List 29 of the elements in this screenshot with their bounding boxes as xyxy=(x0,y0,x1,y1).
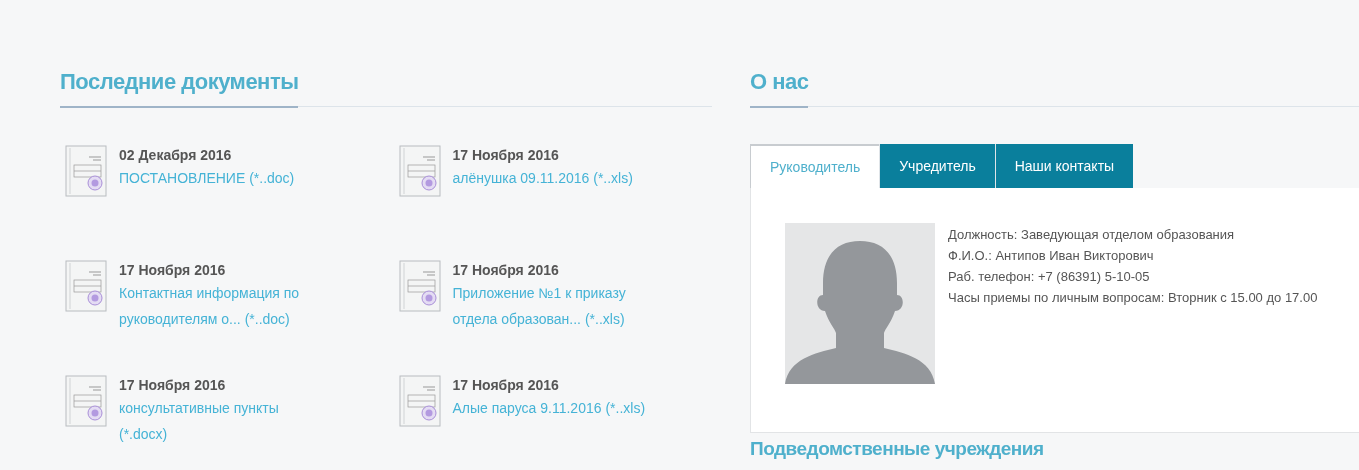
tab[interactable]: Руководитель xyxy=(750,144,880,188)
info-line: Ф.И.О.: Антипов Иван Викторович xyxy=(948,247,1155,265)
document-icon xyxy=(398,375,441,427)
document-icon xyxy=(398,260,441,312)
section-heading: Подведомственные учреждения xyxy=(750,437,1045,461)
section-heading: Последние документы xyxy=(60,65,299,108)
document-icon xyxy=(398,145,441,197)
document-icon xyxy=(65,260,107,312)
document-icon xyxy=(65,375,107,427)
document-date: 17 Ноября 2016 xyxy=(452,261,560,280)
tab[interactable]: Учредитель xyxy=(879,144,995,188)
document-link[interactable]: консультативные пункты (*.docx) xyxy=(119,395,319,447)
document-date: 02 Декабря 2016 xyxy=(119,146,233,165)
document-link[interactable]: алёнушка 09.11.2016 (*..xls) xyxy=(452,165,653,191)
section-heading: О нас xyxy=(750,65,809,108)
avatar-icon xyxy=(785,223,935,384)
document-icon xyxy=(65,145,107,197)
document-link[interactable]: Алые паруса 9.11.2016 (*..xls) xyxy=(452,395,653,421)
document-date: 17 Ноября 2016 xyxy=(119,261,227,280)
document-date: 17 Ноября 2016 xyxy=(452,146,560,165)
tab[interactable]: Наши контакты xyxy=(994,144,1134,188)
document-link[interactable]: Контактная информация по руководителям о... (*..doc) xyxy=(119,280,319,332)
info-line: Должность: Заведующая отделом образования xyxy=(948,226,1236,244)
info-line: Часы приемы по личным вопросам: Вторник с 15.00 до 17.00 xyxy=(948,289,1319,307)
info-line: Раб. телефон: +7 (86391) 5-10-05 xyxy=(948,268,1151,286)
document-date: 17 Ноября 2016 xyxy=(119,376,227,395)
document-date: 17 Ноября 2016 xyxy=(452,376,560,395)
document-link[interactable]: Приложение №1 к приказу отдела образован... (*..xls) xyxy=(452,280,653,332)
document-link[interactable]: ПОСТАНОВЛЕНИЕ (*..doc) xyxy=(119,165,319,191)
